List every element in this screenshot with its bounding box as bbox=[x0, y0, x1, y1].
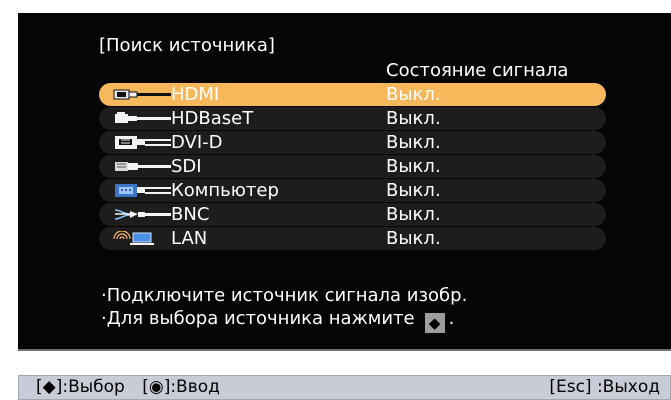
source-name-hdbaset: HDBaseT bbox=[171, 108, 254, 129]
source-name-lan: LAN bbox=[171, 228, 208, 249]
source-search-panel: [Поиск источника] Состояние сигнала HDMI… bbox=[18, 13, 671, 351]
instruction-line-connect: ·Подключите источник сигнала изобр. bbox=[101, 285, 468, 306]
source-name-dvi-d: DVI-D bbox=[171, 132, 223, 153]
exit-hint[interactable]: [Esc] :Выход bbox=[549, 376, 660, 399]
lan-icon bbox=[113, 231, 154, 245]
footer-left-hints: [◆]:Выбор [◉]:Ввод bbox=[36, 376, 232, 399]
bnc-icon bbox=[114, 209, 171, 220]
sdi-icon bbox=[115, 162, 171, 171]
computer-vga-icon bbox=[115, 184, 171, 197]
source-row-bnc[interactable]: BNC Выкл. bbox=[99, 203, 606, 226]
instruction-select-text: ·Для выбора источника нажмите bbox=[101, 308, 415, 329]
source-status-hdbaset: Выкл. bbox=[386, 108, 441, 129]
source-row-hdmi[interactable]: HDMI Выкл. bbox=[99, 83, 606, 106]
source-status-hdmi: Выкл. bbox=[386, 84, 441, 105]
source-row-sdi[interactable]: SDI Выкл. bbox=[99, 155, 606, 178]
source-search-screen: [Поиск источника] Состояние сигнала HDMI… bbox=[0, 0, 671, 400]
dvi-d-icon bbox=[115, 136, 171, 149]
source-list: HDMI Выкл. HDBaseT Выкл. DVI-D Выкл. SDI… bbox=[99, 83, 606, 251]
source-name-bnc: BNC bbox=[171, 204, 210, 225]
source-row-dvi-d[interactable]: DVI-D Выкл. bbox=[99, 131, 606, 154]
source-status-dvi-d: Выкл. bbox=[386, 132, 441, 153]
hdbaset-icon bbox=[115, 112, 171, 123]
select-hint: [◆]:Выбор bbox=[36, 377, 125, 397]
source-status-sdi: Выкл. bbox=[386, 156, 441, 177]
hdmi-icon bbox=[113, 89, 171, 100]
page-title: [Поиск источника] bbox=[99, 35, 275, 56]
instruction-line-select: ·Для выбора источника нажмите ◆. bbox=[101, 307, 467, 333]
source-status-lan: Выкл. bbox=[386, 228, 441, 249]
source-name-sdi: SDI bbox=[171, 156, 202, 177]
source-name-hdmi: HDMI bbox=[171, 84, 220, 105]
source-status-computer: Выкл. bbox=[386, 180, 441, 201]
instruction-period: . bbox=[448, 308, 455, 329]
signal-status-column-header: Состояние сигнала bbox=[386, 60, 569, 81]
source-row-lan[interactable]: LAN Выкл. bbox=[99, 227, 606, 250]
source-name-computer: Компьютер bbox=[171, 180, 279, 201]
up-down-key-icon: ◆ bbox=[424, 313, 445, 333]
enter-hint: [◉]:Ввод bbox=[142, 377, 220, 397]
key-hint-bar: [◆]:Выбор [◉]:Ввод [Esc] :Выход bbox=[18, 375, 671, 400]
source-row-hdbaset[interactable]: HDBaseT Выкл. bbox=[99, 107, 606, 130]
source-status-bnc: Выкл. bbox=[386, 204, 441, 225]
source-row-computer[interactable]: Компьютер Выкл. bbox=[99, 179, 606, 202]
instructions: ·Подключите источник сигнала изобр. ·Для… bbox=[101, 284, 467, 333]
